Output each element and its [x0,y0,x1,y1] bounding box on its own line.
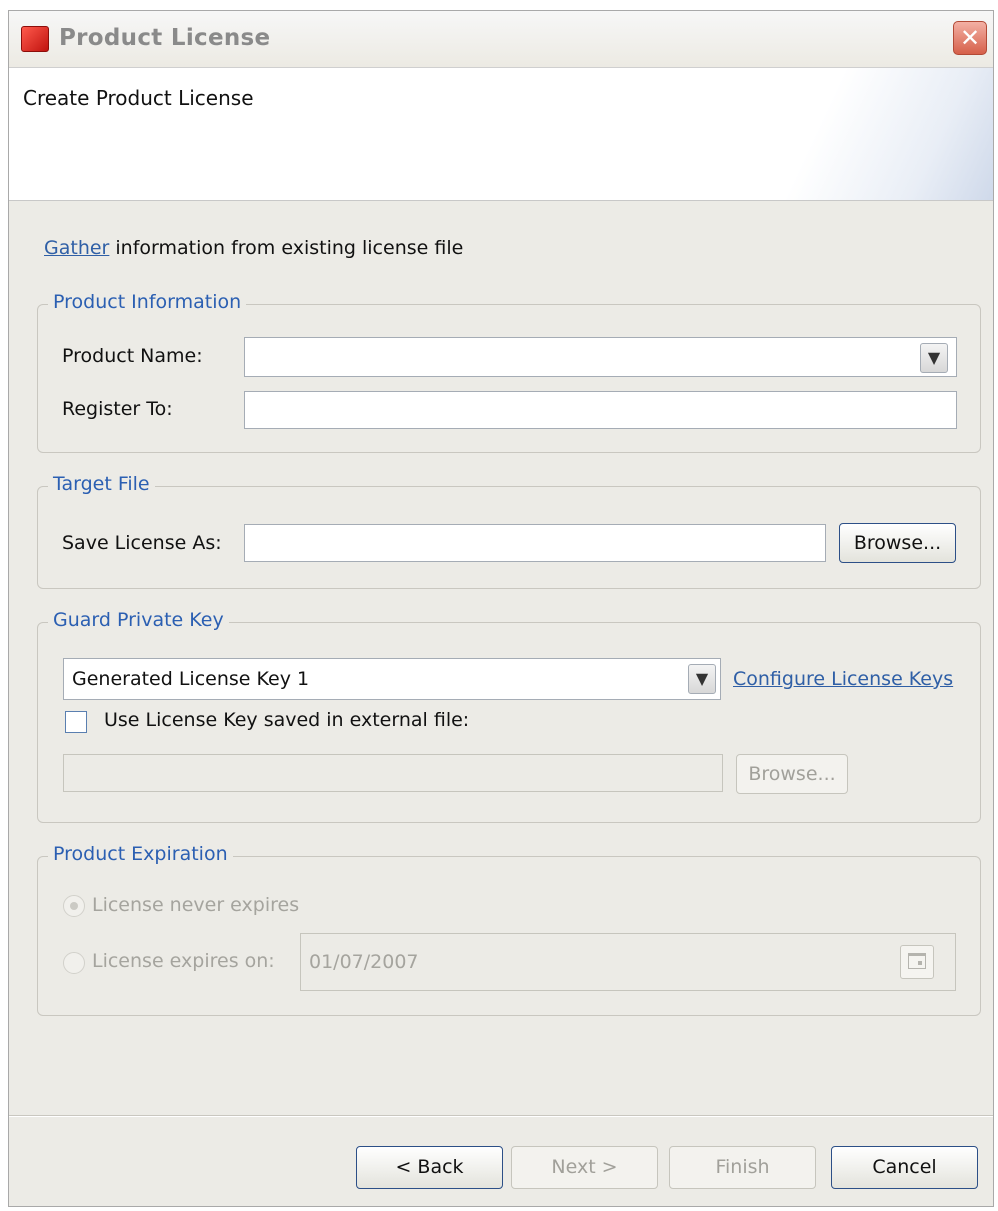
register-to-label: Register To: [62,398,173,420]
title-bar: Product License ✕ [9,11,993,68]
footer-divider [9,1115,993,1117]
save-license-as-input[interactable] [244,524,826,562]
product-name-label: Product Name: [62,345,203,367]
external-key-checkbox-label: Use License Key saved in external file: [104,709,470,731]
external-key-checkbox[interactable] [65,711,87,733]
back-button[interactable]: < Back [356,1146,503,1189]
product-name-combobox[interactable] [244,337,957,377]
never-expires-radio [63,895,85,917]
wizard-step-title: Create Product License [23,86,254,110]
license-key-dropdown-button[interactable]: ▼ [688,664,716,694]
guard-private-key-group: Guard Private Key Generated License Key … [37,609,981,823]
finish-button: Finish [669,1146,816,1189]
license-key-select[interactable]: Generated License Key 1 [63,658,721,700]
product-license-window: Product License ✕ Create Product License… [8,10,994,1207]
guard-private-key-legend: Guard Private Key [48,609,229,631]
close-button[interactable]: ✕ [953,21,987,55]
calendar-icon [900,945,934,979]
expires-on-radio [63,952,85,974]
chevron-down-icon: ▼ [927,348,941,367]
gather-link[interactable]: Gather [44,237,109,259]
gather-row: Gather information from existing license… [44,237,463,259]
app-icon [21,26,49,52]
save-license-as-label: Save License As: [62,532,222,554]
target-file-legend: Target File [48,473,155,495]
window-title: Product License [59,25,271,51]
product-expiration-legend: Product Expiration [48,843,233,865]
product-expiration-group: Product Expiration License never expires… [37,843,981,1016]
register-to-input[interactable] [244,391,957,429]
target-file-browse-button[interactable]: Browse... [839,523,956,563]
expiration-date-input: 01/07/2007 [300,933,956,991]
product-information-group: Product Information Product Name: ▼ Regi… [37,291,981,453]
external-key-browse-button: Browse... [736,754,848,794]
never-expires-label: License never expires [92,894,300,916]
external-key-path-input [63,754,723,792]
chevron-down-icon: ▼ [695,669,709,688]
radio-selected-dot [70,902,78,910]
target-file-group: Target File Save License As: Browse... [37,473,981,589]
next-button: Next > [511,1146,658,1189]
configure-license-keys-link[interactable]: Configure License Keys [733,668,953,690]
wizard-banner: Create Product License [9,68,993,201]
product-name-dropdown-button[interactable]: ▼ [920,343,948,373]
cancel-button[interactable]: Cancel [831,1146,978,1189]
product-information-legend: Product Information [48,291,247,313]
expires-on-label: License expires on: [92,950,275,972]
gather-description: information from existing license file [109,237,464,259]
